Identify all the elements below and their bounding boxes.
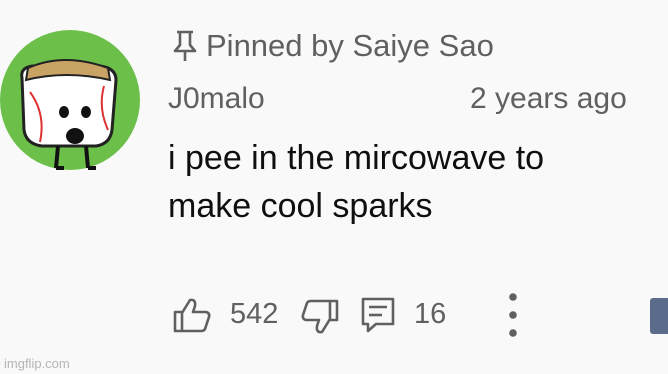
like-count: 542	[230, 298, 279, 330]
pin-icon	[172, 29, 198, 63]
thumbs-up-icon[interactable]	[172, 296, 212, 339]
watermark: imgflip.com	[4, 356, 70, 371]
comment-thread: Pinned by Saiye Sao J0malo 2 years ago i…	[0, 0, 668, 374]
comment-text-line: i pee in the mircowave to	[168, 139, 545, 177]
reply-comment-icon[interactable]	[360, 296, 396, 339]
thumbs-down-icon[interactable]	[300, 298, 340, 341]
pinned-text: Pinned by Saiye Sao	[206, 28, 494, 63]
cropped-avatar-icon	[650, 298, 668, 334]
comment-author[interactable]: J0malo	[168, 80, 265, 118]
comment-text-line: make cool sparks	[168, 187, 433, 225]
pinned-label: Pinned by Saiye Sao	[172, 26, 494, 66]
comment-text: i pee in the mircowave to make cool spar…	[168, 134, 658, 230]
comment-action-bar: 542 16	[0, 290, 668, 340]
reply-count: 16	[414, 298, 447, 330]
comment-timestamp[interactable]: 2 years ago	[470, 80, 668, 118]
more-vertical-icon[interactable]	[506, 292, 520, 345]
avatar[interactable]	[0, 26, 140, 174]
